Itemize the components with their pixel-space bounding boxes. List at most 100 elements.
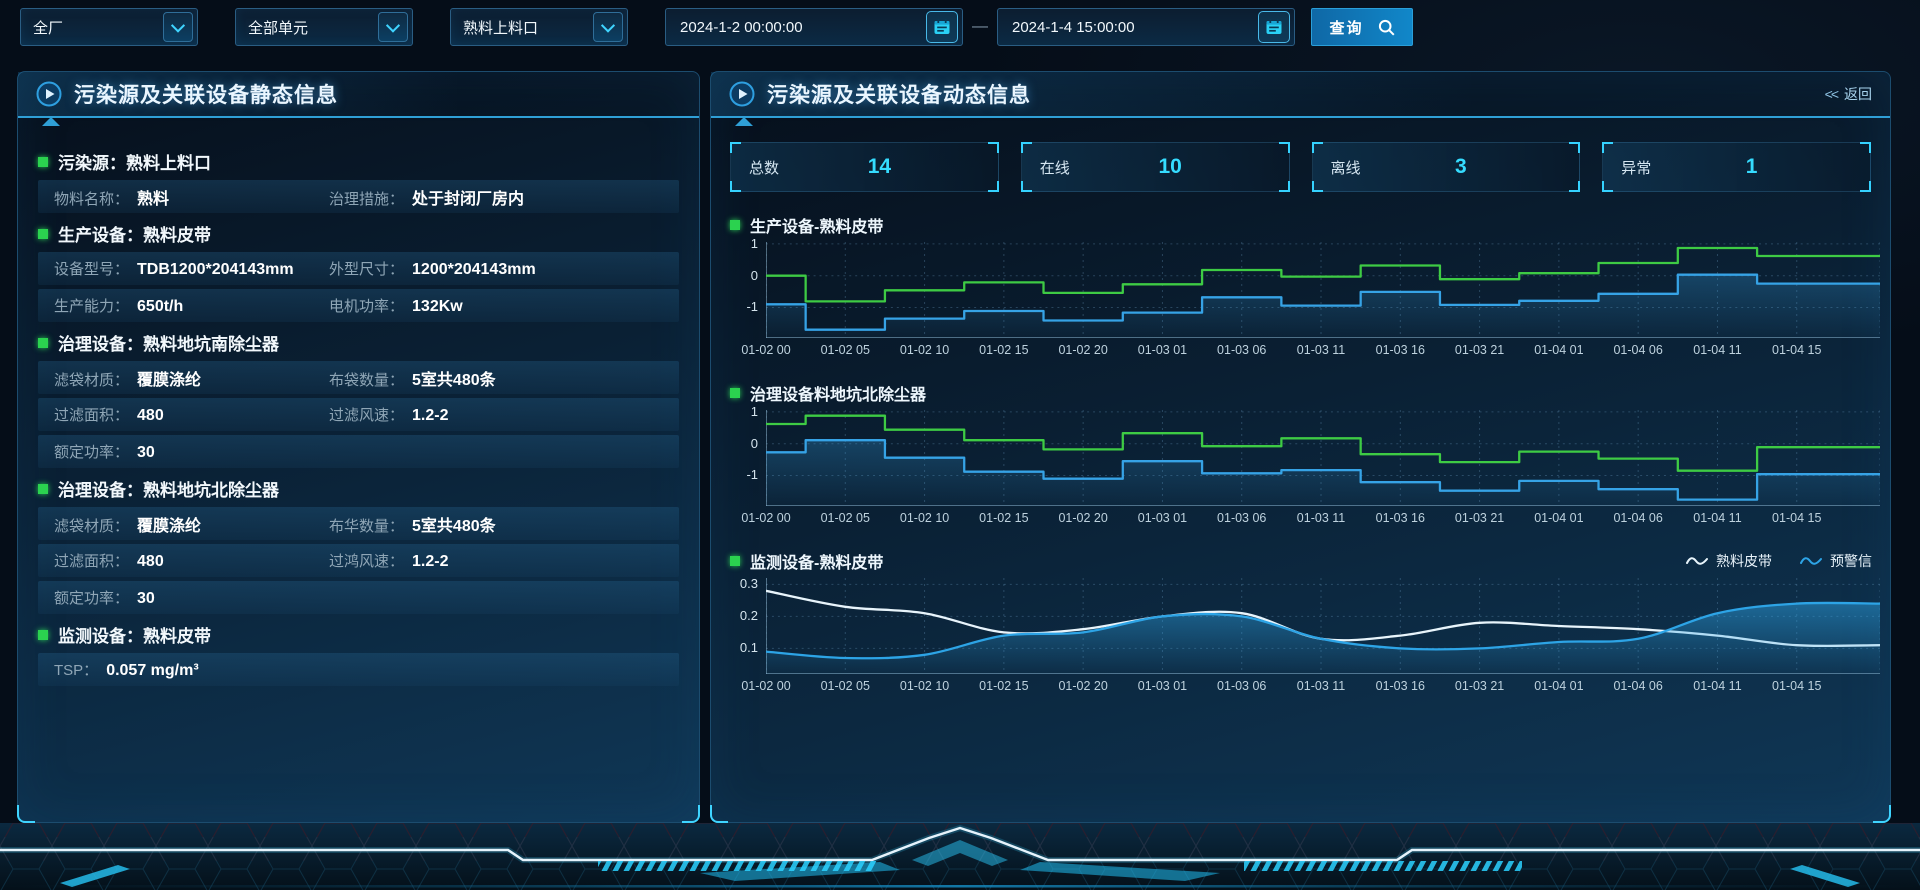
info-row: 滤袋材质：覆膜涤纶布袋数量：5室共480条 (38, 361, 679, 394)
x-axis-tick: 01-03 06 (1217, 511, 1266, 525)
chart-canvas (766, 242, 1880, 338)
plant-select[interactable]: 全厂 (20, 8, 198, 46)
source-select-value: 熟料上料口 (463, 17, 538, 38)
dynamic-info-panel: 污染源及关联设备动态信息 << 返回 总数14在线10离线3异常1 生产设备-熟… (710, 71, 1891, 823)
x-axis-labels: 01-02 0001-02 0501-02 1001-02 1501-02 20… (766, 506, 1880, 528)
query-button[interactable]: 查询 (1311, 8, 1413, 46)
query-button-label: 查询 (1329, 17, 1363, 38)
x-axis-tick: 01-02 20 (1058, 679, 1107, 693)
field-value: 0.057 mg/m³ (106, 662, 198, 680)
start-datetime-input[interactable] (678, 18, 882, 37)
x-axis-tick: 01-02 00 (741, 511, 790, 525)
green-square-bullet (730, 556, 740, 566)
info-row: 生产能力：650t/h电机功率：132Kw (38, 289, 679, 322)
x-axis-tick: 01-02 00 (741, 343, 790, 357)
info-row: 额定功率： 30 (38, 435, 679, 468)
plant-select-value: 全厂 (33, 17, 63, 38)
field-label: 额定功率： (54, 441, 129, 462)
field-value: 132Kw (412, 298, 463, 316)
top-filter-bar: 全厂 全部单元 熟料上料口 — (20, 8, 1900, 46)
chevron-down-icon[interactable] (593, 12, 623, 42)
calendar-icon[interactable] (926, 11, 958, 43)
chart-title: 治理设备料地坑北除尘器 (750, 381, 926, 405)
x-axis-tick: 01-03 16 (1376, 343, 1425, 357)
y-axis-tick: 0.3 (730, 576, 758, 591)
x-axis-tick: 01-03 11 (1297, 679, 1345, 693)
legend-label: 熟料皮带 (1716, 551, 1772, 571)
legend-item[interactable]: 熟料皮带 (1686, 551, 1772, 571)
chart-2: 监测设备-熟料皮带熟料皮带预警信0.30.20.101-02 0001-02 0… (730, 544, 1882, 696)
info-cell: 外型尺寸： 1200*204143mm (329, 258, 536, 279)
x-axis-labels: 01-02 0001-02 0501-02 1001-02 1501-02 20… (766, 674, 1880, 696)
back-button[interactable]: << 返回 (1825, 84, 1872, 104)
y-axis-tick: 0 (730, 268, 758, 283)
y-axis-tick: -1 (730, 299, 758, 314)
stat-card-2: 离线3 (1312, 142, 1581, 192)
green-square-bullet (730, 388, 740, 398)
source-select[interactable]: 熟料上料口 (450, 8, 628, 46)
chart-title: 监测设备-熟料皮带 (750, 549, 883, 573)
chevron-down-icon[interactable] (378, 12, 408, 42)
unit-select[interactable]: 全部单元 (235, 8, 413, 46)
info-cell: 设备型号：TDB1200*204143mm (54, 258, 329, 279)
x-axis-tick: 01-02 20 (1058, 343, 1107, 357)
x-axis-tick: 01-02 20 (1058, 511, 1107, 525)
info-cell: 治理措施：处于封闭厂房内 (329, 185, 524, 209)
y-axis-tick: 0.1 (730, 640, 758, 655)
green-square-bullet (38, 484, 48, 494)
field-value: 5室共480条 (412, 366, 496, 390)
info-row: TSP： 0.057 mg/m³ (38, 653, 679, 686)
field-value: 1.2-2 (412, 553, 448, 571)
chart-plot: 10-1 (730, 410, 1882, 506)
wave-line-icon (1800, 555, 1822, 567)
info-cell: 过鸿风速：1.2-2 (329, 550, 448, 571)
chart-0: 生产设备-熟料皮带10-101-02 0001-02 0501-02 1001-… (730, 208, 1882, 360)
y-axis-tick: 0 (730, 436, 758, 451)
chart-title: 生产设备-熟料皮带 (750, 213, 883, 237)
legend-item[interactable]: 预警信 (1800, 551, 1872, 571)
x-axis-tick: 01-03 21 (1455, 511, 1504, 525)
stat-card-0: 总数14 (730, 142, 999, 192)
x-axis-tick: 01-03 01 (1138, 679, 1187, 693)
field-label: 物料名称： (54, 188, 129, 209)
field-label: TSP： (54, 659, 98, 680)
static-panel-title: 污染源及关联设备静态信息 (74, 79, 338, 109)
field-label: 设备型号： (54, 258, 129, 279)
green-square-bullet (730, 220, 740, 230)
chart-1: 治理设备料地坑北除尘器 10-101-02 0001-02 0501-02 100… (730, 376, 1882, 528)
start-datetime-field[interactable] (665, 8, 963, 46)
end-datetime-input[interactable] (1010, 18, 1214, 37)
info-row: 过滤面积：480过鸿风速：1.2-2 (38, 544, 679, 577)
green-square-bullet (38, 229, 48, 239)
field-label: 布华数量： (329, 515, 404, 536)
info-row: 额定功率：30 (38, 581, 679, 614)
chart-title-row: 治理设备料地坑北除尘器 (730, 376, 1882, 410)
dynamic-panel-header: 污染源及关联设备动态信息 << 返回 (711, 72, 1890, 118)
info-cell: 物料名称：熟料 (54, 185, 329, 209)
info-cell: 电机功率：132Kw (329, 295, 463, 316)
info-row: 设备型号：TDB1200*204143mm外型尺寸： 1200*204143mm (38, 252, 679, 285)
date-range-separator: — (963, 18, 997, 36)
y-axis-tick: 1 (730, 404, 758, 419)
field-label: 布袋数量： (329, 369, 404, 390)
info-cell: 生产能力：650t/h (54, 295, 329, 316)
stat-value: 3 (1455, 155, 1467, 179)
green-square-bullet (38, 338, 48, 348)
info-section-title: 治理设备：熟料地坑南除尘器 (58, 330, 279, 355)
chevron-down-icon[interactable] (163, 12, 193, 42)
info-cell: 布袋数量： 5室共480条 (329, 366, 496, 390)
field-label: 过滤风速： (329, 404, 404, 425)
chart-canvas (766, 578, 1880, 674)
field-value: 1200*204143mm (412, 261, 536, 279)
x-axis-tick: 01-03 06 (1217, 343, 1266, 357)
charts-area: 生产设备-熟料皮带10-101-02 0001-02 0501-02 1001-… (730, 208, 1882, 712)
field-value: 30 (137, 444, 155, 462)
info-cell: 额定功率： 30 (54, 441, 329, 462)
x-axis-tick: 01-04 11 (1693, 679, 1741, 693)
field-value: 30 (137, 590, 155, 608)
static-info-panel: 污染源及关联设备静态信息 污染源：熟料上料口物料名称：熟料治理措施：处于封闭厂房… (17, 71, 700, 823)
calendar-icon[interactable] (1258, 11, 1290, 43)
end-datetime-field[interactable] (997, 8, 1295, 46)
y-axis-tick: 1 (730, 236, 758, 251)
field-label: 外型尺寸： (329, 258, 404, 279)
